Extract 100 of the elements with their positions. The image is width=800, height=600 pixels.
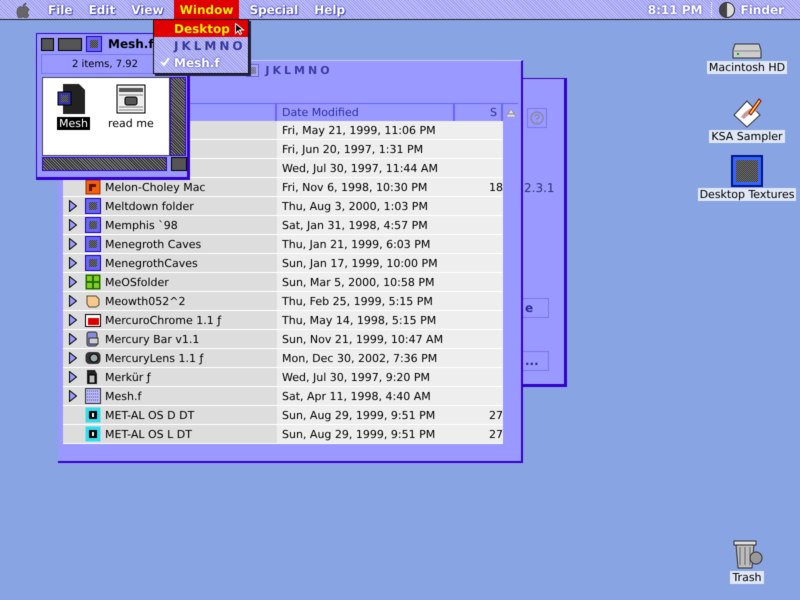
- name-cell[interactable]: [190, 140, 277, 158]
- file-name: Melon-Choley Mac: [105, 180, 206, 194]
- dialog-button[interactable]: ...: [523, 351, 549, 371]
- disclosure-triangle-icon[interactable]: [69, 333, 77, 345]
- size-cell: [455, 159, 503, 177]
- name-cell[interactable]: MET-AL OS D DT: [63, 406, 277, 424]
- folder-icon: [85, 236, 101, 252]
- app-icon: [85, 179, 101, 195]
- grid-icon: [85, 274, 101, 290]
- disclosure-triangle-icon[interactable]: [69, 219, 77, 231]
- name-cell[interactable]: Melon-Choley Mac: [63, 178, 277, 196]
- name-cell[interactable]: MercuryLens 1.1 ƒ: [63, 349, 277, 367]
- file-name: Mercury Bar v1.1: [105, 332, 200, 346]
- date-cell: Thu, Aug 3, 2000, 1:03 PM: [277, 197, 455, 215]
- date-cell: Thu, Jan 21, 1999, 6:03 PM: [277, 235, 455, 253]
- apple-menu-icon[interactable]: [16, 2, 30, 18]
- pattern-icon: [85, 388, 101, 404]
- lens-icon: [85, 350, 101, 366]
- zoom-box[interactable]: [58, 38, 82, 50]
- name-cell[interactable]: Memphis `98: [63, 216, 277, 234]
- name-cell[interactable]: MercuroChrome 1.1 ƒ: [63, 311, 277, 329]
- disclosure-triangle-icon[interactable]: [69, 238, 77, 250]
- file-name: MET-AL OS D DT: [105, 408, 194, 422]
- app-menu-icon[interactable]: [718, 2, 734, 18]
- vertical-scrollbar[interactable]: [170, 77, 186, 156]
- size-cell: [455, 140, 503, 158]
- date-cell: Mon, Dec 30, 2002, 7:36 PM: [277, 349, 455, 367]
- icon-label[interactable]: read me: [106, 117, 156, 130]
- name-cell[interactable]: MeOSfolder: [63, 273, 277, 291]
- menu-item[interactable]: Desktop: [154, 20, 248, 37]
- disclosure-triangle-icon[interactable]: [69, 295, 77, 307]
- size-cell: [455, 330, 503, 348]
- folder-icon: [85, 255, 101, 271]
- close-box[interactable]: [41, 38, 54, 50]
- name-cell[interactable]: Mesh.f: [63, 387, 277, 405]
- date-cell: Sun, Aug 29, 1999, 9:51 PM: [277, 425, 455, 443]
- size-cell: [455, 311, 503, 329]
- size-cell: [455, 349, 503, 367]
- name-cell[interactable]: Menegroth Caves: [63, 235, 277, 253]
- icon-label[interactable]: KSA Sampler: [709, 130, 785, 143]
- file-name: MenegrothCaves: [105, 256, 198, 270]
- dialog-button[interactable]: e: [523, 298, 549, 318]
- folder-icon: [85, 198, 101, 214]
- file-name: Meltdown folder: [105, 200, 194, 212]
- name-cell[interactable]: Meltdown folder: [63, 197, 277, 215]
- menu-item-label: Desktop: [174, 22, 230, 36]
- size-cell: [455, 254, 503, 272]
- date-cell: Sat, Apr 11, 1998, 4:40 AM: [277, 387, 455, 405]
- size-cell: [455, 292, 503, 310]
- menu-item[interactable]: Window: [174, 0, 240, 19]
- disclosure-triangle-icon[interactable]: [69, 314, 77, 326]
- folder-icon: [86, 36, 102, 52]
- size-cell: [455, 273, 503, 291]
- size-cell: [455, 216, 503, 234]
- date-cell: Thu, May 14, 1998, 5:15 PM: [277, 311, 455, 329]
- icon-label[interactable]: Mesh: [57, 117, 90, 130]
- resize-handle[interactable]: [171, 157, 187, 171]
- disclosure-triangle-icon[interactable]: [69, 200, 77, 212]
- icon-label[interactable]: Trash: [730, 571, 764, 584]
- size-cell: 18: [455, 178, 503, 196]
- date-cell: Sun, Aug 29, 1999, 9:51 PM: [277, 406, 455, 424]
- document-icon[interactable]: [114, 83, 147, 115]
- window-title: Mesh.f: [108, 37, 154, 51]
- date-cell: Sun, Jan 17, 1999, 10:00 PM: [277, 254, 455, 272]
- name-cell[interactable]: Merkür ƒ: [63, 368, 277, 386]
- disclosure-triangle-icon[interactable]: [69, 390, 77, 402]
- name-cell[interactable]: [190, 159, 277, 177]
- file-name: Memphis `98: [105, 218, 178, 232]
- size-cell: [455, 235, 503, 253]
- disclosure-triangle-icon[interactable]: [69, 352, 77, 364]
- name-cell[interactable]: [190, 121, 277, 139]
- window-title: JKLMNO: [265, 64, 333, 76]
- box-icon: [85, 312, 101, 328]
- version-text: 2.3.1: [524, 181, 555, 195]
- horizontal-scrollbar[interactable]: [42, 157, 168, 171]
- size-cell: 27: [455, 406, 503, 424]
- sort-order-icon[interactable]: [506, 108, 516, 116]
- date-cell: Fri, Nov 6, 1998, 10:30 PM: [277, 178, 455, 196]
- icon-label[interactable]: Desktop Textures: [698, 188, 796, 201]
- size-cell: [455, 197, 503, 215]
- name-cell[interactable]: Meowth052^2: [63, 292, 277, 310]
- folder-icon: [85, 217, 101, 233]
- date-cell: Fri, May 21, 1999, 11:06 PM: [277, 121, 455, 139]
- icon-label[interactable]: Macintosh HD: [706, 61, 788, 74]
- name-cell[interactable]: Mercury Bar v1.1: [63, 330, 277, 348]
- menu-item-label: Mesh.f: [174, 56, 220, 70]
- help-icon: [530, 111, 544, 125]
- file-name: Menegroth Caves: [105, 238, 202, 250]
- date-cell: Wed, Jul 30, 1997, 11:44 AM: [277, 159, 455, 177]
- file-name: MercuroChrome 1.1 ƒ: [105, 314, 222, 326]
- file-name: Merkür ƒ: [105, 370, 151, 384]
- name-cell[interactable]: MET-AL OS L DT: [63, 425, 277, 443]
- file-name: MET-AL OS L DT: [105, 428, 192, 440]
- disclosure-triangle-icon[interactable]: [69, 276, 77, 288]
- name-cell[interactable]: MenegrothCaves: [63, 254, 277, 272]
- disclosure-triangle-icon[interactable]: [69, 257, 77, 269]
- date-cell: Sat, Jan 31, 1998, 4:57 PM: [277, 216, 455, 234]
- disclosure-triangle-icon[interactable]: [69, 371, 77, 383]
- cursor-icon: [235, 23, 245, 35]
- date-cell: Wed, Jul 30, 1997, 9:20 PM: [277, 368, 455, 386]
